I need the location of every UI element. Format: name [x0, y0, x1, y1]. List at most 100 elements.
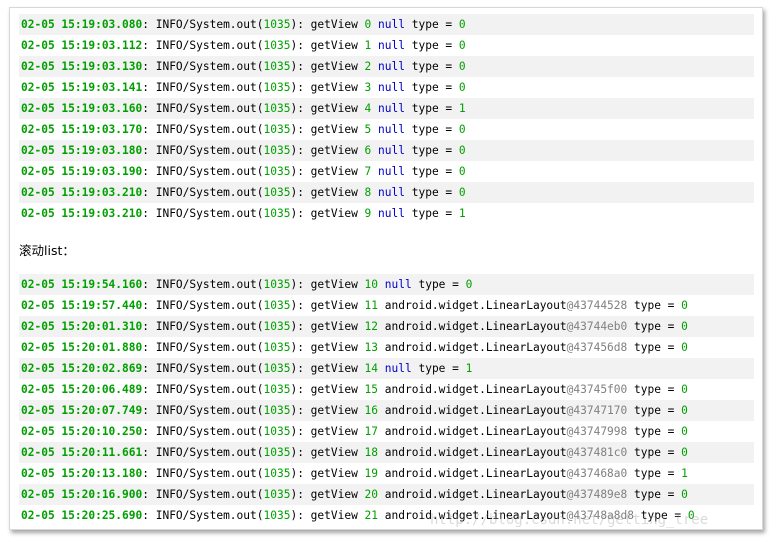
- log-line: 02-05 15:19:03.190: INFO/System.out(1035…: [19, 161, 754, 182]
- log-line: 02-05 15:19:03.080: INFO/System.out(1035…: [19, 14, 754, 35]
- log-position: 10: [364, 278, 379, 291]
- log-line: 02-05 15:20:10.250: INFO/System.out(1035…: [19, 421, 754, 442]
- log-pid: 1035: [263, 39, 291, 52]
- log-timestamp: 02-05 15:20:25.690: [21, 509, 143, 522]
- log-type-value: 1: [458, 207, 466, 220]
- log-timestamp: 02-05 15:20:01.880: [21, 341, 143, 354]
- log-view: null: [378, 81, 405, 94]
- log-position: 14: [364, 362, 379, 375]
- log-view: null: [378, 60, 405, 73]
- log-view: android.widget.LinearLayout: [384, 488, 567, 501]
- log-pid: 1035: [263, 18, 291, 31]
- log-type-label: type =: [405, 81, 459, 94]
- log-tag: : INFO/System.out(: [142, 81, 264, 94]
- log-tag: : INFO/System.out(: [142, 488, 264, 501]
- log-method: ): getView: [290, 207, 365, 220]
- log-space: [378, 446, 385, 459]
- log-type-value: 0: [458, 18, 466, 31]
- log-timestamp: 02-05 15:20:10.250: [21, 425, 143, 438]
- log-timestamp: 02-05 15:19:57.440: [21, 299, 143, 312]
- log-line: 02-05 15:20:01.880: INFO/System.out(1035…: [19, 337, 754, 358]
- log-position: 20: [364, 488, 379, 501]
- log-type-label: type =: [405, 165, 459, 178]
- log-type-label: type =: [627, 425, 682, 438]
- log-view: android.widget.LinearLayout: [384, 299, 567, 312]
- log-tag: : INFO/System.out(: [142, 39, 264, 52]
- log-type-label: type =: [405, 18, 459, 31]
- log-type-label: type =: [405, 207, 459, 220]
- log-line: 02-05 15:20:01.310: INFO/System.out(1035…: [19, 316, 754, 337]
- code-frame: 02-05 15:19:03.080: INFO/System.out(1035…: [9, 7, 763, 530]
- log-position: 12: [364, 320, 379, 333]
- log-view: null: [378, 144, 405, 157]
- log-view: null: [378, 102, 405, 115]
- log-hash: @43747998: [566, 425, 628, 438]
- log-pid: 1035: [263, 186, 291, 199]
- log-tag: : INFO/System.out(: [142, 60, 264, 73]
- log-line: 02-05 15:19:03.130: INFO/System.out(1035…: [19, 56, 754, 77]
- watermark: http://blog.csdn.net/getting_tree: [430, 512, 709, 528]
- log-timestamp: 02-05 15:20:01.310: [21, 320, 143, 333]
- log-pid: 1035: [263, 362, 291, 375]
- log-hash: @43744528: [566, 299, 628, 312]
- log-line: 02-05 15:19:03.210: INFO/System.out(1035…: [19, 203, 754, 224]
- log-timestamp: 02-05 15:19:03.210: [21, 207, 143, 220]
- log-type-label: type =: [405, 186, 459, 199]
- log-type-label: type =: [627, 320, 682, 333]
- log-method: ): getView: [290, 320, 365, 333]
- log-line: 02-05 15:19:03.160: INFO/System.out(1035…: [19, 98, 754, 119]
- log-type-label: type =: [627, 383, 682, 396]
- log-timestamp: 02-05 15:19:03.180: [21, 144, 143, 157]
- log-type-value: 0: [681, 488, 688, 501]
- log-type-label: type =: [627, 467, 682, 480]
- log-method: ): getView: [290, 509, 365, 522]
- log-type-value: 0: [458, 144, 466, 157]
- log-method: ): getView: [290, 278, 365, 291]
- log-type-value: 0: [458, 39, 466, 52]
- log-tag: : INFO/System.out(: [142, 144, 264, 157]
- log-line: 02-05 15:20:07.749: INFO/System.out(1035…: [19, 400, 754, 421]
- log-method: ): getView: [290, 425, 365, 438]
- section-separator-text: 滚动list：: [19, 243, 75, 258]
- log-position: 19: [364, 467, 379, 480]
- log-tag: : INFO/System.out(: [142, 362, 264, 375]
- log-method: ): getView: [290, 299, 365, 312]
- log-type-label: type =: [627, 488, 682, 501]
- log-position: 21: [364, 509, 379, 522]
- log-line: 02-05 15:20:02.869: INFO/System.out(1035…: [19, 358, 754, 379]
- log-space: [378, 383, 385, 396]
- log-line: 02-05 15:20:11.661: INFO/System.out(1035…: [19, 442, 754, 463]
- log-type-value: 0: [458, 81, 466, 94]
- log-hash: @43744eb0: [566, 320, 628, 333]
- log-block-scroll: 02-05 15:19:54.160: INFO/System.out(1035…: [19, 274, 754, 526]
- log-pid: 1035: [263, 341, 291, 354]
- log-line: 02-05 15:20:13.180: INFO/System.out(1035…: [19, 463, 754, 484]
- log-view: android.widget.LinearLayout: [384, 467, 567, 480]
- log-type-value: 0: [465, 278, 473, 291]
- log-method: ): getView: [290, 383, 365, 396]
- log-method: ): getView: [290, 60, 365, 73]
- log-line: 02-05 15:19:57.440: INFO/System.out(1035…: [19, 295, 754, 316]
- log-pid: 1035: [263, 383, 291, 396]
- log-view: null: [378, 207, 405, 220]
- log-line: 02-05 15:19:03.141: INFO/System.out(1035…: [19, 77, 754, 98]
- log-pid: 1035: [263, 278, 291, 291]
- log-space: [378, 404, 385, 417]
- log-type-label: type =: [627, 341, 682, 354]
- log-type-value: 0: [458, 165, 466, 178]
- log-pid: 1035: [263, 467, 291, 480]
- log-tag: : INFO/System.out(: [142, 165, 264, 178]
- log-space: [378, 320, 385, 333]
- log-hash: @43745f00: [566, 383, 628, 396]
- log-type-label: type =: [411, 278, 466, 291]
- log-view: null: [378, 18, 405, 31]
- log-type-label: type =: [405, 60, 459, 73]
- log-pid: 1035: [263, 81, 291, 94]
- log-tag: : INFO/System.out(: [142, 341, 264, 354]
- log-type-label: type =: [405, 39, 459, 52]
- log-view: android.widget.LinearLayout: [384, 404, 567, 417]
- log-position: 16: [364, 404, 379, 417]
- log-tag: : INFO/System.out(: [142, 207, 264, 220]
- log-type-value: 0: [681, 446, 688, 459]
- log-pid: 1035: [263, 60, 291, 73]
